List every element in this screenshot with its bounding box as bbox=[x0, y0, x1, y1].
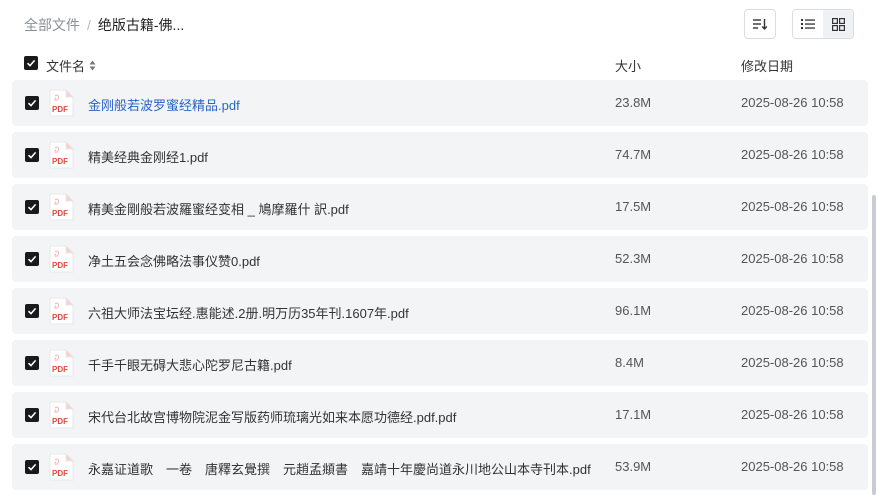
row-checkbox[interactable] bbox=[25, 460, 39, 474]
file-size: 23.8M bbox=[615, 95, 652, 110]
pdf-file-icon: PDF bbox=[49, 297, 74, 325]
row-checkbox[interactable] bbox=[25, 408, 39, 422]
column-header-name-label: 文件名 bbox=[46, 59, 86, 74]
file-row[interactable]: PDF 金刚般若波罗蜜经精品.pdf 23.8M 2025-08-26 10:5… bbox=[12, 80, 868, 126]
file-row[interactable]: PDF 精美金剛般若波羅蜜经变相 _ 鳩摩羅什 訳.pdf 17.5M 2025… bbox=[12, 184, 868, 230]
row-checkbox[interactable] bbox=[25, 96, 39, 110]
pdf-file-icon: PDF bbox=[49, 401, 74, 429]
file-date: 2025-08-26 10:58 bbox=[741, 407, 844, 422]
view-toggle bbox=[792, 9, 854, 39]
file-date: 2025-08-26 10:58 bbox=[741, 199, 844, 214]
pdf-file-icon: PDF bbox=[49, 193, 74, 221]
file-row[interactable]: PDF 六祖大师法宝坛经.惠能述.2册.明万历35年刊.1607年.pdf 96… bbox=[12, 288, 868, 334]
pdf-file-icon: PDF bbox=[49, 453, 74, 481]
file-name-link[interactable]: 永嘉证道歌 一卷 唐釋玄覺撰 元趙孟頫書 嘉靖十年慶尚道永川地公山本寺刊本.pd… bbox=[88, 459, 591, 478]
file-size: 17.1M bbox=[615, 407, 652, 422]
grid-view-icon bbox=[831, 17, 845, 31]
svg-text:PDF: PDF bbox=[52, 313, 68, 322]
svg-text:PDF: PDF bbox=[52, 469, 68, 478]
file-name-link[interactable]: 金刚般若波罗蜜经精品.pdf bbox=[88, 95, 240, 114]
column-header-date[interactable]: 修改日期 bbox=[741, 56, 793, 75]
row-checkbox[interactable] bbox=[25, 148, 39, 162]
pdf-file-icon: PDF bbox=[49, 245, 74, 273]
top-bar: 全部文件 / 绝版古籍-佛... bbox=[0, 0, 878, 48]
file-name-link[interactable]: 六祖大师法宝坛经.惠能述.2册.明万历35年刊.1607年.pdf bbox=[88, 303, 409, 322]
file-date: 2025-08-26 10:58 bbox=[741, 95, 844, 110]
file-date: 2025-08-26 10:58 bbox=[741, 251, 844, 266]
column-header-size[interactable]: 大小 bbox=[615, 56, 641, 75]
pdf-file-icon: PDF bbox=[49, 349, 74, 377]
file-size: 52.3M bbox=[615, 251, 652, 266]
sort-button[interactable] bbox=[744, 9, 776, 39]
file-size: 53.9M bbox=[615, 459, 652, 474]
column-header-name[interactable]: 文件名 bbox=[46, 56, 96, 75]
row-checkbox[interactable] bbox=[25, 252, 39, 266]
file-row[interactable]: PDF 千手千眼无碍大悲心陀罗尼古籍.pdf 8.4M 2025-08-26 1… bbox=[12, 340, 868, 386]
file-name-link[interactable]: 净土五会念佛略法事仪赞0.pdf bbox=[88, 251, 260, 270]
sort-arrows-icon bbox=[89, 60, 96, 71]
breadcrumb-separator: / bbox=[87, 17, 91, 33]
file-size: 74.7M bbox=[615, 147, 652, 162]
breadcrumb-current-folder: 绝版古籍-佛... bbox=[97, 17, 185, 33]
file-date: 2025-08-26 10:58 bbox=[741, 303, 844, 318]
check-icon bbox=[27, 463, 37, 471]
row-checkbox[interactable] bbox=[25, 200, 39, 214]
svg-text:PDF: PDF bbox=[52, 365, 68, 374]
file-list-header: 文件名 大小 修改日期 bbox=[12, 50, 868, 78]
file-date: 2025-08-26 10:58 bbox=[741, 355, 844, 370]
check-icon bbox=[27, 203, 37, 211]
check-icon bbox=[27, 99, 37, 107]
file-list: PDF 金刚般若波罗蜜经精品.pdf 23.8M 2025-08-26 10:5… bbox=[12, 80, 868, 495]
check-icon bbox=[27, 255, 37, 263]
list-view-button[interactable] bbox=[793, 10, 823, 38]
check-icon bbox=[27, 307, 37, 315]
file-date: 2025-08-26 10:58 bbox=[741, 147, 844, 162]
breadcrumb-root-link[interactable]: 全部文件 bbox=[24, 15, 80, 35]
file-name-link[interactable]: 精美金剛般若波羅蜜经变相 _ 鳩摩羅什 訳.pdf bbox=[88, 199, 349, 218]
check-icon bbox=[27, 411, 37, 419]
row-checkbox[interactable] bbox=[25, 304, 39, 318]
file-row[interactable]: PDF 永嘉证道歌 一卷 唐釋玄覺撰 元趙孟頫書 嘉靖十年慶尚道永川地公山本寺刊… bbox=[12, 444, 868, 490]
breadcrumb: 全部文件 / 绝版古籍-佛... bbox=[24, 15, 184, 35]
svg-text:PDF: PDF bbox=[52, 105, 68, 114]
file-name-link[interactable]: 宋代台北故宫博物院泥金写版药师琉璃光如来本愿功德经.pdf.pdf bbox=[88, 407, 456, 426]
check-icon bbox=[27, 359, 37, 367]
svg-text:PDF: PDF bbox=[52, 417, 68, 426]
file-size: 8.4M bbox=[615, 355, 644, 370]
file-name-link[interactable]: 精美经典金刚经1.pdf bbox=[88, 147, 208, 166]
list-view-icon bbox=[801, 19, 815, 29]
file-name-link[interactable]: 千手千眼无碍大悲心陀罗尼古籍.pdf bbox=[88, 355, 292, 374]
check-icon bbox=[26, 59, 36, 67]
sort-icon bbox=[753, 19, 768, 31]
file-size: 17.5M bbox=[615, 199, 652, 214]
svg-text:PDF: PDF bbox=[52, 261, 68, 270]
file-size: 96.1M bbox=[615, 303, 652, 318]
pdf-file-icon: PDF bbox=[49, 89, 74, 117]
svg-text:PDF: PDF bbox=[52, 157, 68, 166]
file-row[interactable]: PDF 净土五会念佛略法事仪赞0.pdf 52.3M 2025-08-26 10… bbox=[12, 236, 868, 282]
pdf-file-icon: PDF bbox=[49, 141, 74, 169]
file-row[interactable]: PDF 精美经典金刚经1.pdf 74.7M 2025-08-26 10:58 bbox=[12, 132, 868, 178]
svg-text:PDF: PDF bbox=[52, 209, 68, 218]
check-icon bbox=[27, 151, 37, 159]
grid-view-button[interactable] bbox=[823, 10, 853, 38]
file-date: 2025-08-26 10:58 bbox=[741, 459, 844, 474]
file-row[interactable]: PDF 宋代台北故宫博物院泥金写版药师琉璃光如来本愿功德经.pdf.pdf 17… bbox=[12, 392, 868, 438]
row-checkbox[interactable] bbox=[25, 356, 39, 370]
vertical-scrollbar[interactable] bbox=[872, 195, 876, 495]
select-all-checkbox[interactable] bbox=[24, 56, 38, 70]
